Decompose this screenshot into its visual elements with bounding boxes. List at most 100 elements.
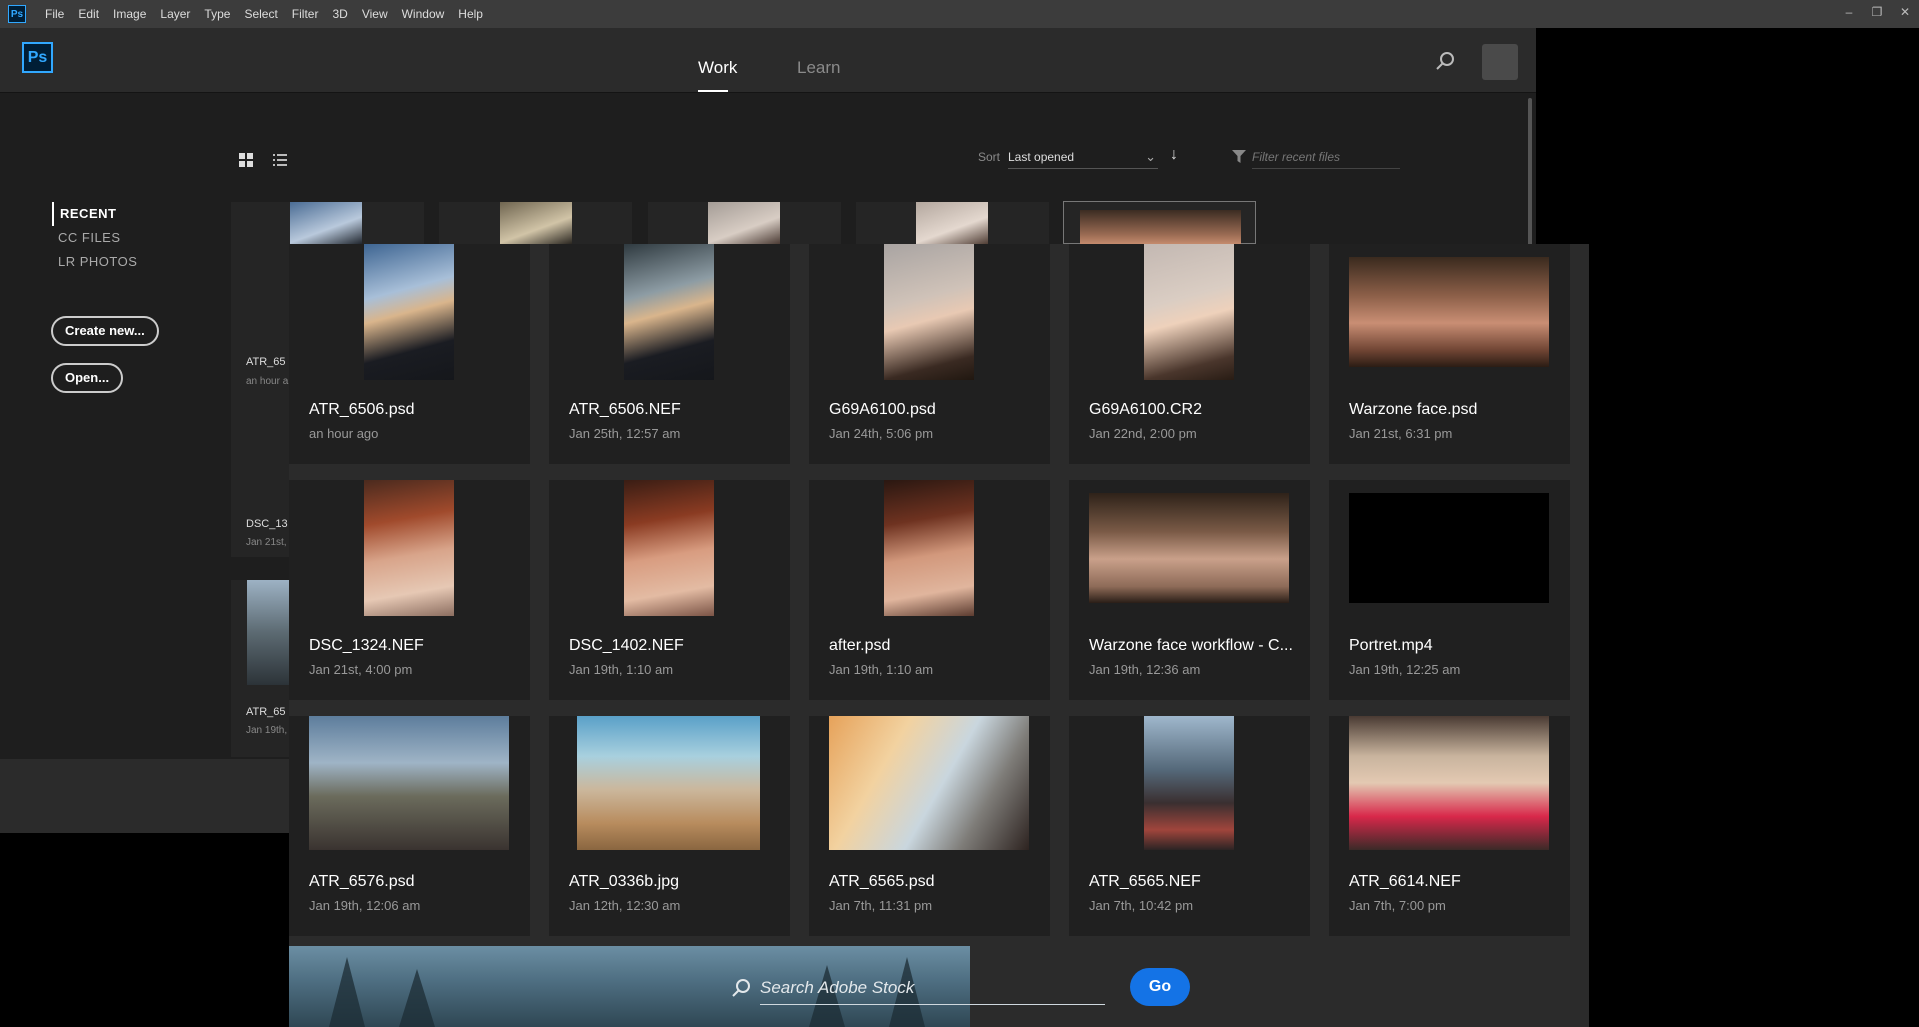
file-name: ATR_6576.psd — [309, 873, 415, 890]
list-view-icon[interactable] — [272, 152, 288, 168]
file-date: Jan 19th, 1:10 am — [569, 662, 674, 677]
file-name: Warzone face.psd — [1349, 401, 1478, 418]
file-name: Portret.mp4 — [1349, 637, 1433, 654]
file-card[interactable]: ATR_6576.psd Jan 19th, 12:06 am — [289, 716, 530, 936]
filter-icon — [1232, 150, 1246, 163]
file-date: Jan 19th, 1:10 am — [829, 662, 934, 677]
home-footer-strip — [0, 759, 290, 833]
file-date: Jan 21st, 6:31 pm — [1349, 426, 1453, 441]
file-card[interactable]: DSC_1324.NEF Jan 21st, 4:00 pm — [289, 480, 530, 700]
background-card-date: an hour a — [246, 376, 289, 387]
minimize-icon[interactable]: – — [1835, 0, 1863, 24]
file-card[interactable]: ATR_0336b.jpg Jan 12th, 12:30 am — [549, 716, 790, 936]
stock-search-input[interactable]: Search Adobe Stock — [760, 974, 1105, 1005]
thumbnail-image — [1349, 493, 1549, 603]
file-name: G69A6100.psd — [829, 401, 936, 418]
file-name: DSC_1324.NEF — [309, 637, 424, 654]
file-card[interactable]: G69A6100.psd Jan 24th, 5:06 pm — [809, 244, 1050, 464]
file-card[interactable]: Warzone face workflow - C... Jan 19th, 1… — [1069, 480, 1310, 700]
open-button[interactable]: Open... — [51, 363, 124, 393]
file-date: Jan 7th, 10:42 pm — [1089, 898, 1194, 913]
photoshop-app-icon: Ps — [8, 5, 26, 23]
thumbnail-image — [1144, 716, 1234, 850]
tab-work[interactable]: Work — [698, 58, 737, 78]
tab-learn[interactable]: Learn — [797, 58, 840, 78]
thumbnail-image — [1349, 257, 1549, 367]
file-date: Jan 12th, 12:30 am — [569, 898, 681, 913]
menu-select[interactable]: Select — [237, 0, 284, 28]
menu-layer[interactable]: Layer — [153, 0, 197, 28]
background-card-title: ATR_65 — [246, 356, 286, 368]
thumbnail-image — [1080, 210, 1241, 245]
background-card-title: DSC_13 — [246, 518, 288, 530]
thumbnail-image — [1349, 716, 1549, 850]
menu-3d[interactable]: 3D — [325, 0, 354, 28]
tree-shape — [399, 969, 435, 1027]
background-card-title: ATR_65 — [246, 706, 286, 718]
file-date: Jan 22nd, 2:00 pm — [1089, 426, 1197, 441]
thumbnail-image — [290, 202, 362, 244]
search-icon — [732, 979, 750, 997]
file-date: Jan 19th, 12:36 am — [1089, 662, 1201, 677]
avatar[interactable] — [1482, 44, 1518, 80]
close-icon[interactable]: ✕ — [1891, 0, 1919, 24]
thumbnail-image — [829, 716, 1029, 850]
recent-files-panel: ATR_6506.psd an hour ago ATR_6506.NEF Ja… — [289, 244, 1589, 1027]
search-icon[interactable] — [1434, 50, 1456, 72]
sidebar-item-recent[interactable]: RECENT — [52, 202, 137, 226]
thumbnail-image — [247, 580, 289, 685]
file-date: Jan 24th, 5:06 pm — [829, 426, 934, 441]
file-card[interactable]: ATR_6506.NEF Jan 25th, 12:57 am — [549, 244, 790, 464]
file-card[interactable]: after.psd Jan 19th, 1:10 am — [809, 480, 1050, 700]
background-card: ATR_65 Jan 19th, — [231, 580, 289, 757]
menu-edit[interactable]: Edit — [71, 0, 106, 28]
home-header: Ps Work Learn — [0, 28, 1536, 93]
file-card[interactable]: ATR_6565.NEF Jan 7th, 10:42 pm — [1069, 716, 1310, 936]
background-card-selected — [1063, 201, 1256, 245]
sidebar-item-lr-photos[interactable]: LR PHOTOS — [52, 250, 137, 274]
tree-shape — [329, 957, 365, 1027]
menu-view[interactable]: View — [355, 0, 395, 28]
thumbnail-image — [364, 244, 454, 380]
file-date: an hour ago — [309, 426, 379, 441]
menu-image[interactable]: Image — [106, 0, 153, 28]
file-name: Warzone face workflow - C... — [1089, 637, 1293, 654]
menu-filter[interactable]: Filter — [285, 0, 326, 28]
menu-window[interactable]: Window — [395, 0, 452, 28]
file-name: DSC_1402.NEF — [569, 637, 684, 654]
file-card[interactable]: G69A6100.CR2 Jan 22nd, 2:00 pm — [1069, 244, 1310, 464]
sort-direction-icon[interactable]: ↓ — [1170, 146, 1178, 164]
file-card[interactable]: ATR_6565.psd Jan 7th, 11:31 pm — [809, 716, 1050, 936]
create-new-button[interactable]: Create new... — [51, 316, 159, 346]
file-name: ATR_6614.NEF — [1349, 873, 1461, 890]
thumbnail-image — [1144, 244, 1234, 380]
file-name: ATR_0336b.jpg — [569, 873, 679, 890]
file-name: ATR_6506.NEF — [569, 401, 681, 418]
menu-type[interactable]: Type — [197, 0, 237, 28]
file-name: ATR_6565.NEF — [1089, 873, 1201, 890]
file-name: after.psd — [829, 637, 891, 654]
grid-view-icon[interactable] — [238, 152, 254, 168]
filter-recent-files-input[interactable]: Filter recent files — [1252, 146, 1400, 169]
background-card — [231, 202, 424, 244]
background-card-date: Jan 21st, — [246, 537, 287, 548]
thumbnail-image — [309, 716, 509, 850]
restore-icon[interactable]: ❐ — [1863, 0, 1891, 24]
menubar: Ps File Edit Image Layer Type Select Fil… — [0, 0, 1919, 28]
menu-file[interactable]: File — [38, 0, 71, 28]
active-tab-indicator — [698, 90, 728, 92]
menu-help[interactable]: Help — [451, 0, 490, 28]
sidebar-item-cc-files[interactable]: CC FILES — [52, 226, 137, 250]
file-name: ATR_6506.psd — [309, 401, 415, 418]
thumbnail-image — [708, 202, 780, 244]
background-card: ATR_65 an hour a — [231, 244, 289, 393]
file-card[interactable]: DSC_1402.NEF Jan 19th, 1:10 am — [549, 480, 790, 700]
go-button[interactable]: Go — [1130, 968, 1190, 1006]
sort-dropdown[interactable]: Last opened ⌄ — [1008, 146, 1158, 169]
file-card[interactable]: Portret.mp4 Jan 19th, 12:25 am — [1329, 480, 1570, 700]
thumbnail-image — [577, 716, 760, 850]
sidebar-nav: RECENT CC FILES LR PHOTOS — [52, 202, 137, 274]
file-card[interactable]: ATR_6506.psd an hour ago — [289, 244, 530, 464]
file-card[interactable]: Warzone face.psd Jan 21st, 6:31 pm — [1329, 244, 1570, 464]
file-card[interactable]: ATR_6614.NEF Jan 7th, 7:00 pm — [1329, 716, 1570, 936]
